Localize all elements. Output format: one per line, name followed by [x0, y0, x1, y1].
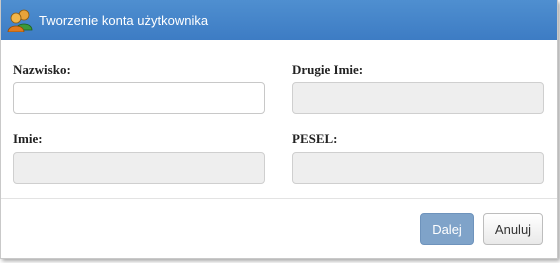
pesel-input [292, 152, 544, 184]
footer-divider [1, 198, 557, 199]
nazwisko-input[interactable] [13, 82, 265, 114]
next-button[interactable]: Dalej [420, 213, 474, 245]
nazwisko-label: Nazwisko: [13, 62, 71, 77]
users-icon [7, 9, 33, 32]
cancel-button[interactable]: Anuluj [483, 213, 543, 245]
dialog-body: Nazwisko: Drugie Imie: Imie: PESEL: [1, 40, 557, 198]
pesel-label: PESEL: [292, 131, 338, 146]
dialog-title: Tworzenie konta użytkownika [39, 12, 209, 28]
drugie-imie-label: Drugie Imie: [292, 62, 364, 77]
imie-label: Imie: [13, 131, 43, 146]
dialog-titlebar: Tworzenie konta użytkownika [1, 0, 557, 40]
imie-input [13, 152, 265, 184]
drugie-imie-input [292, 82, 544, 114]
create-account-dialog: Tworzenie konta użytkownika Nazwisko: Dr… [0, 0, 558, 259]
